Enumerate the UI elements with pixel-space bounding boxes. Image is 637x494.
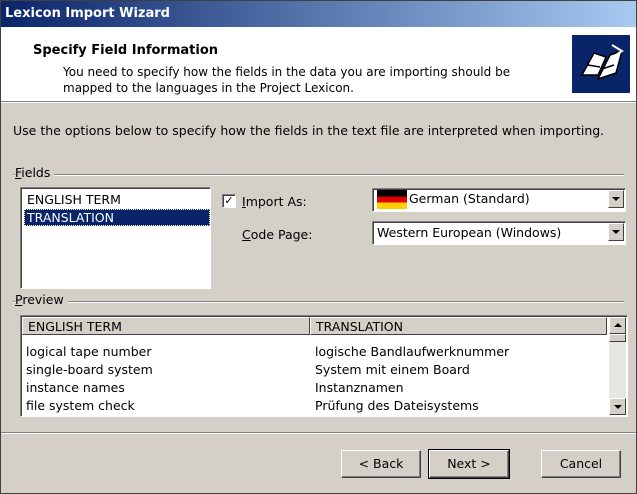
page-subtitle: You need to specify how the fields in th… — [63, 65, 511, 95]
preview-label: Preview — [15, 292, 68, 307]
next-button[interactable]: Next > — [428, 449, 510, 479]
fields-group-line — [13, 174, 624, 176]
preview-list[interactable]: ENGLISH TERM TRANSLATION logical tape nu… — [20, 315, 628, 417]
wizard-header: Specify Field Information You need to sp… — [1, 27, 636, 102]
scroll-thumb[interactable] — [609, 334, 626, 342]
preview-group-line — [13, 301, 624, 303]
german-flag-icon — [377, 190, 407, 209]
title-bar[interactable]: Lexicon Import Wizard — [1, 1, 636, 27]
code-page-dropdown[interactable]: Western European (Windows) — [372, 221, 626, 245]
header-divider — [1, 102, 636, 103]
import-as-dropdown[interactable]: German (Standard) — [372, 188, 626, 212]
table-cell: logical tape number — [26, 344, 152, 359]
chevron-down-icon[interactable] — [608, 190, 624, 208]
vertical-scrollbar[interactable] — [609, 317, 626, 415]
fields-listbox[interactable]: ENGLISH TERM TRANSLATION — [20, 187, 211, 289]
window-title: Lexicon Import Wizard — [5, 6, 170, 21]
page-title: Specify Field Information — [33, 43, 219, 58]
instructions-text: Use the options below to specify how the… — [13, 123, 605, 138]
chevron-down-icon[interactable] — [608, 223, 624, 241]
list-item[interactable]: TRANSLATION — [24, 209, 210, 226]
import-wizard-icon — [572, 35, 630, 93]
cancel-button[interactable]: Cancel — [541, 450, 621, 478]
column-header-english-term[interactable]: ENGLISH TERM — [22, 317, 310, 335]
import-as-value: German (Standard) — [409, 191, 530, 206]
fields-label: Fields — [15, 165, 55, 180]
scroll-up-icon[interactable] — [609, 317, 626, 334]
column-header-translation[interactable]: TRANSLATION — [310, 317, 607, 335]
table-cell: instance names — [26, 380, 125, 395]
import-as-checkbox[interactable]: ✓ — [222, 194, 236, 208]
import-as-label: Import As: — [242, 194, 307, 209]
list-item[interactable]: ENGLISH TERM — [24, 191, 210, 208]
wizard-window: Lexicon Import Wizard Specify Field Info… — [0, 0, 637, 494]
table-cell: logische Bandlaufwerknummer — [315, 344, 510, 359]
code-page-value: Western European (Windows) — [377, 225, 562, 240]
table-cell: System mit einem Board — [315, 362, 470, 377]
table-cell: single-board system — [26, 362, 153, 377]
table-cell: file system check — [26, 398, 135, 413]
code-page-label: Code Page: — [242, 227, 313, 242]
back-button[interactable]: < Back — [341, 450, 421, 478]
scroll-down-icon[interactable] — [609, 398, 626, 415]
table-cell: Prüfung des Dateisystems — [315, 398, 479, 413]
table-cell: Instanznamen — [315, 380, 404, 395]
footer-divider — [1, 432, 636, 434]
